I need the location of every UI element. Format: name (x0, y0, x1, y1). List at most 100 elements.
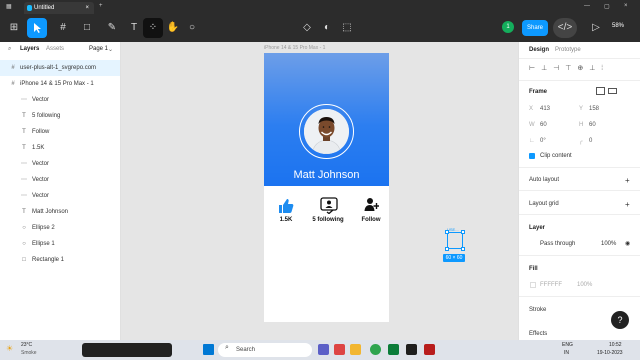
frame-section-label[interactable]: Frame (529, 89, 547, 95)
zoom-level[interactable]: 58% (612, 23, 624, 29)
layer-item[interactable]: T Matt Johnson (0, 204, 120, 220)
file-explorer-icon[interactable] (350, 344, 361, 355)
eye-icon[interactable]: ◉ (625, 240, 630, 247)
layer-label: Vector (32, 161, 50, 167)
resize-handle[interactable] (461, 230, 465, 234)
portrait-icon[interactable] (596, 87, 605, 95)
landscape-icon[interactable] (608, 88, 617, 94)
hand-tool-icon[interactable]: ✋ (163, 18, 183, 38)
add-layout-grid-icon[interactable]: + (625, 200, 630, 209)
rotation-input[interactable]: 0° (540, 138, 546, 144)
fill-swatch[interactable] (530, 282, 536, 288)
capture-toolbar[interactable] (82, 343, 172, 357)
fill-opacity[interactable]: 100% (577, 282, 592, 288)
layer-type-icon: T (22, 145, 26, 151)
alignment-icons[interactable]: ⊢⊥⊣⊤⊕⊥⦙ (529, 64, 609, 73)
file-tab[interactable]: Untitled × (24, 2, 94, 14)
x-input[interactable]: 413 (540, 106, 550, 112)
layer-item[interactable]: ○ Ellipse 2 (0, 220, 120, 236)
layer-item[interactable]: T 5 following (0, 108, 120, 124)
layer-item[interactable]: T 1.5K (0, 140, 120, 156)
layer-item[interactable]: # iPhone 14 & 15 Pro Max - 1 (0, 76, 120, 92)
layer-opacity[interactable]: 100% (601, 241, 616, 247)
divider (519, 214, 640, 215)
layer-item[interactable]: ⋯ Vector (0, 172, 120, 188)
h-input[interactable]: 60 (589, 122, 596, 128)
layer-item[interactable]: ○ Ellipse 1 (0, 236, 120, 252)
layer-item[interactable]: ⋯ Vector (0, 188, 120, 204)
teams-icon[interactable] (318, 344, 329, 355)
resize-handle[interactable] (445, 247, 449, 251)
resize-handle[interactable] (445, 230, 449, 234)
radius-input[interactable]: 0 (589, 138, 592, 144)
add-auto-layout-icon[interactable]: + (625, 176, 630, 185)
tab-assets[interactable]: Assets (46, 46, 64, 52)
layer-label: 1.5K (32, 145, 45, 151)
new-tab-icon[interactable]: + (99, 3, 103, 9)
excel-icon[interactable] (388, 344, 399, 355)
language-indicator[interactable]: ENG (562, 342, 573, 348)
selection-box[interactable] (445, 230, 465, 251)
move-tool-icon[interactable] (27, 18, 47, 38)
stroke-label: Stroke (529, 307, 547, 313)
stat-follow[interactable]: Follow (351, 217, 391, 223)
pen-tool-icon[interactable]: ✎ (102, 18, 122, 38)
w-input[interactable]: 60 (540, 122, 547, 128)
app2-icon[interactable] (424, 344, 435, 355)
tab-layers[interactable]: Layers (20, 46, 39, 52)
share-button[interactable]: Share (522, 20, 548, 36)
help-button[interactable]: ? (611, 311, 629, 329)
search-icon[interactable]: ⌕ (8, 46, 11, 53)
stat-follow-value: Follow (361, 217, 381, 223)
crop-icon[interactable]: ⬚ (337, 18, 357, 38)
resources-tool-icon[interactable]: ⁘ (143, 18, 163, 38)
taskbar-search-input[interactable]: Search (218, 343, 312, 357)
layer-item[interactable]: T Follow (0, 124, 120, 140)
layer-item[interactable]: ⋯ Vector (0, 156, 120, 172)
page-selector[interactable]: Page 1 (89, 46, 108, 52)
layer-type-icon: # (11, 81, 15, 87)
tab-design[interactable]: Design (529, 47, 549, 53)
figma-menu-icon[interactable]: ▦ (6, 3, 12, 10)
weather-temp[interactable]: 23°C (21, 342, 32, 348)
text-tool-icon[interactable]: T (124, 18, 144, 38)
chevron-down-icon: ⌄ (108, 47, 114, 53)
resize-handle[interactable] (461, 247, 465, 251)
user-avatar[interactable]: 1 (502, 21, 514, 33)
thumbs-up-icon (278, 198, 294, 214)
clip-content-checkbox[interactable] (529, 153, 535, 159)
layer-type-icon: ○ (22, 225, 26, 231)
divider (519, 58, 640, 59)
close-window-icon[interactable]: × (624, 3, 628, 9)
layer-type-icon: T (22, 129, 26, 135)
dev-mode-toggle-icon[interactable]: </> (553, 18, 577, 38)
figma-taskbar-icon[interactable] (406, 344, 417, 355)
tab-prototype[interactable]: Prototype (555, 47, 581, 53)
maximize-icon[interactable]: ▢ (604, 3, 610, 10)
comment-tool-icon[interactable]: ○ (182, 18, 202, 38)
weather-icon[interactable]: ☀ (6, 344, 13, 353)
layer-type-icon: ⋯ (21, 97, 27, 103)
contrast-icon[interactable]: ◐ (317, 18, 337, 38)
y-input[interactable]: 158 (589, 106, 599, 112)
layer-item[interactable]: ⋯ Vector (0, 92, 120, 108)
frame-tool-icon[interactable]: # (53, 18, 73, 38)
clock-time[interactable]: 10:52 (609, 342, 622, 348)
divider (519, 296, 640, 297)
main-menu-icon[interactable]: ⊞ (4, 18, 24, 38)
app-icon[interactable] (334, 344, 345, 355)
present-icon[interactable]: ▷ (586, 18, 606, 38)
fill-hex[interactable]: FFFFFF (540, 282, 562, 288)
windows-start-icon[interactable] (203, 344, 214, 355)
blend-mode-select[interactable]: Pass through (540, 241, 575, 247)
layer-item[interactable]: # user-plus-alt-1_svgrepo.com (0, 60, 120, 76)
close-tab-icon[interactable]: × (85, 2, 89, 14)
w-label: W (529, 122, 535, 128)
minimize-icon[interactable]: — (584, 3, 590, 9)
frame-label[interactable]: iPhone 14 & 15 Pro Max - 1 (264, 45, 325, 51)
chrome-icon[interactable] (370, 344, 381, 355)
layer-item[interactable]: □ Rectangle 1 (0, 252, 120, 268)
shape-tool-icon[interactable]: □ (77, 18, 97, 38)
toolbar: ⊞ # □ ✎ T ⁘ ✋ ○ ◇ ◐ ⬚ 1 Share </> ▷ 58% (0, 14, 640, 42)
component-icon[interactable]: ◇ (297, 18, 317, 38)
